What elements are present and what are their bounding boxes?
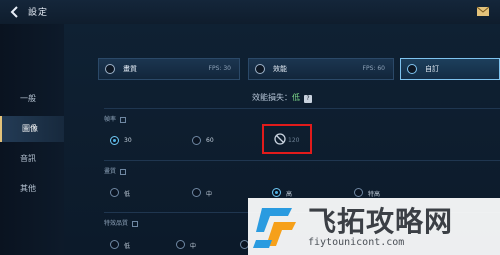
mode-custom-button[interactable]: 自訂	[400, 58, 500, 80]
info-icon[interactable]	[120, 116, 127, 123]
radio-icon	[110, 240, 119, 249]
mode-quality-label: 畫質	[123, 65, 137, 73]
radio-icon	[192, 188, 201, 197]
help-icon[interactable]: ?	[304, 95, 312, 103]
option-label: 高	[286, 191, 293, 198]
option-fps-60[interactable]: 60	[192, 134, 252, 148]
radio-icon	[110, 188, 119, 197]
performance-loss-label: 效能損失：	[252, 93, 292, 102]
watermark-text: 飞拓攻略网	[308, 205, 454, 238]
watermark-url: fiytounicont.com	[308, 237, 405, 248]
option-label: 60	[206, 137, 214, 144]
section-quality-title: 畫質	[104, 166, 500, 175]
performance-loss: 效能損失：低?	[64, 92, 500, 103]
mode-custom-label: 自訂	[425, 65, 439, 73]
mode-quality-button[interactable]: 畫質 FPS: 30	[98, 58, 240, 80]
sidebar-item-other[interactable]: 其他	[0, 176, 64, 202]
option-label: 低	[124, 191, 131, 198]
sidebar: 一般 圖像 音訊 其他	[0, 24, 65, 255]
mode-performance-fps: FPS: 60	[362, 65, 385, 72]
divider	[104, 108, 500, 109]
back-arrow-icon[interactable]	[8, 5, 22, 19]
info-icon[interactable]	[132, 220, 139, 227]
divider	[104, 160, 500, 161]
mode-performance-label: 效能	[273, 65, 287, 73]
mode-custom-radio-icon	[407, 64, 417, 74]
option-effects-medium[interactable]: 中	[176, 238, 236, 252]
watermark-logo-icon	[253, 208, 296, 248]
radio-icon	[272, 188, 281, 197]
page-title: 設定	[28, 8, 49, 18]
performance-loss-value: 低	[292, 93, 300, 102]
option-quality-low[interactable]: 低	[110, 186, 170, 200]
option-effects-low[interactable]: 低	[110, 238, 170, 252]
mode-performance-radio-icon	[255, 64, 265, 74]
radio-icon	[354, 188, 363, 197]
section-quality-label: 畫質	[104, 168, 117, 175]
section-frame-rate-title: 幀率	[104, 114, 500, 123]
mode-performance-button[interactable]: 效能 FPS: 60	[248, 58, 394, 80]
radio-icon	[192, 136, 201, 145]
option-label: 特高	[368, 191, 381, 198]
top-bar: 設定	[0, 0, 500, 25]
option-label: 低	[124, 243, 131, 250]
mode-bar: 畫質 FPS: 30 效能 FPS: 60 自訂	[98, 58, 500, 80]
option-label: 中	[190, 243, 197, 250]
highlight-box	[262, 124, 312, 154]
section-frame-rate-label: 幀率	[104, 116, 117, 123]
option-quality-medium[interactable]: 中	[192, 186, 252, 200]
watermark: 飞拓攻略网 fiytounicont.com	[248, 198, 500, 255]
radio-icon	[176, 240, 185, 249]
option-label: 30	[124, 137, 132, 144]
section-effects-label: 特效品質	[104, 220, 129, 227]
info-icon[interactable]	[120, 168, 127, 175]
radio-icon	[110, 136, 119, 145]
option-fps-30[interactable]: 30	[110, 134, 170, 148]
option-label: 中	[206, 191, 213, 198]
sidebar-item-graphics[interactable]: 圖像	[0, 116, 64, 142]
mode-quality-fps: FPS: 30	[208, 65, 231, 72]
mail-icon[interactable]	[476, 4, 490, 18]
sidebar-item-general[interactable]: 一般	[0, 86, 64, 112]
mode-quality-radio-icon	[105, 64, 115, 74]
sidebar-item-audio[interactable]: 音訊	[0, 146, 64, 172]
